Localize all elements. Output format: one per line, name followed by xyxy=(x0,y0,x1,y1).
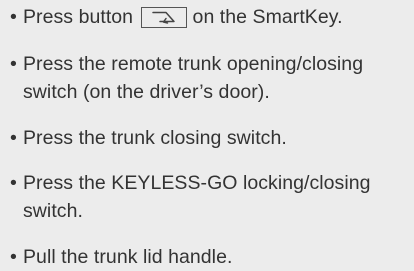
bullet: • xyxy=(10,172,17,194)
list-item-text: Pull the trunk lid handle. xyxy=(23,246,233,268)
list-item: • Pull the trunk lid handle. xyxy=(10,243,408,271)
list-item-text-before: Press button xyxy=(23,6,134,28)
list-item-text: Press the remote trunk opening/closing s… xyxy=(23,53,364,103)
bullet: • xyxy=(10,127,17,149)
list-item: • Press the KEYLESS-GO locking/closing s… xyxy=(10,169,408,225)
trunk-close-icon xyxy=(140,7,187,28)
list-item-text-after: on the SmartKey. xyxy=(192,6,343,28)
bullet: • xyxy=(10,6,17,28)
list-item: • Press the trunk closing switch. xyxy=(10,124,408,152)
list-item-text: Press the KEYLESS-GO locking/closing swi… xyxy=(23,172,371,222)
bullet: • xyxy=(10,246,17,268)
bullet: • xyxy=(10,53,17,75)
list-item: • Press button on the SmartKey. xyxy=(10,3,408,31)
list-item-text: Press the trunk closing switch. xyxy=(23,127,287,149)
list-item: • Press the remote trunk opening/closing… xyxy=(10,50,408,106)
list-item-text: Press button on the SmartKey. xyxy=(10,3,408,31)
